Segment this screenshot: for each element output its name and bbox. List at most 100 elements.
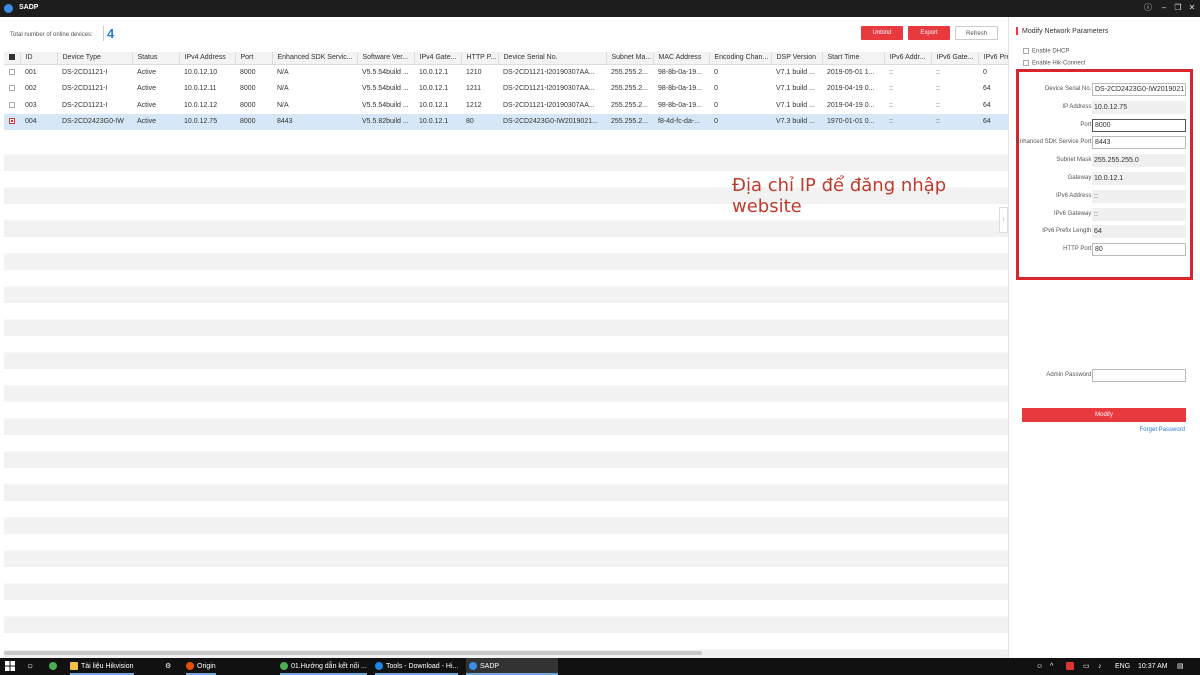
column-header[interactable]: DSP Version xyxy=(771,52,823,65)
table-cell: 10.0.12.75 xyxy=(179,113,235,130)
ipv6-field[interactable]: :: xyxy=(1092,190,1186,203)
table-cell: 10.0.12.12 xyxy=(184,101,218,109)
ip-field[interactable]: 10.0.12.75 xyxy=(1092,101,1186,114)
table-cell: 8443 xyxy=(272,113,357,130)
horizontal-scrollbar[interactable] xyxy=(4,650,1006,656)
table-cell: 0 xyxy=(714,85,718,93)
total-devices-count: 4 xyxy=(103,26,114,41)
people-icon[interactable]: ☺ xyxy=(1036,658,1043,675)
taskbar-item-origin[interactable]: Origin xyxy=(186,658,216,675)
table-row[interactable]: 001 DS-2CD1121-I Active 10.0.12.10 8000 N/A V5… xyxy=(4,64,1018,81)
table-cell: 0 xyxy=(714,101,718,109)
sdk-port-label: Enhanced SDK Service Port: xyxy=(1015,139,1093,145)
column-header[interactable]: Device Serial No. xyxy=(498,52,607,65)
column-header[interactable]: HTTP P... xyxy=(461,52,499,65)
table-cell: 2019-05-01 1... xyxy=(827,69,875,76)
restore-button[interactable]: ❐ xyxy=(1171,2,1185,14)
prefix-field[interactable]: 64 xyxy=(1092,225,1186,238)
ip-row: IP Address: 10.0.12.75 xyxy=(1009,101,1200,114)
serial-field[interactable]: DS-2CD2423G0-IW2019021 xyxy=(1092,83,1186,96)
table-row[interactable]: 003 DS-2CD1121-I Active 10.0.12.12 8000 N/A V5… xyxy=(4,97,1018,114)
start-button[interactable] xyxy=(5,658,15,675)
admin-password-field[interactable] xyxy=(1092,369,1186,382)
export-button[interactable]: Export xyxy=(908,26,950,40)
table-cell: :: xyxy=(936,69,940,76)
total-devices-label: Total number of online devices: xyxy=(10,32,93,38)
search-icon[interactable]: ○ xyxy=(27,658,33,675)
chrome-pinned-icon[interactable] xyxy=(49,658,60,675)
tray-chevron-icon[interactable]: ^ xyxy=(1050,658,1053,675)
table-cell: DS-2CD2423G0-IW2019021... xyxy=(498,113,606,130)
column-header[interactable]: Encoding Chan... xyxy=(709,52,772,65)
taskbar-item-chrome[interactable]: 01.Hướng dẫn kết nối ... xyxy=(280,658,367,675)
table-cell: 8000 xyxy=(240,85,256,93)
table-cell: 255.255.2... xyxy=(606,113,653,130)
ipv6-gateway-field[interactable]: :: xyxy=(1092,208,1186,221)
table-row[interactable]: 004 DS-2CD2423G0-IW Active 10.0.12.75 8000 84… xyxy=(4,113,1018,130)
table-cell: 8000 xyxy=(240,101,256,109)
select-all-checkbox[interactable] xyxy=(4,52,21,65)
taskbar-item-folder[interactable]: Tài liệu Hikvision xyxy=(70,658,134,675)
table-cell: 8000 xyxy=(240,69,256,76)
clock[interactable]: 10:37 AM xyxy=(1138,658,1168,675)
table-cell: 2019-04-19 0... xyxy=(827,101,875,109)
gateway-label: Gateway: xyxy=(1067,175,1093,181)
column-header[interactable]: Port xyxy=(235,52,273,65)
antivirus-icon[interactable] xyxy=(1066,658,1077,675)
close-button[interactable]: ✕ xyxy=(1185,2,1199,14)
row-checkbox[interactable] xyxy=(4,81,20,98)
column-header[interactable]: Status xyxy=(132,52,180,65)
annotation-text: Địa chỉ IP để đăng nhập website xyxy=(732,175,947,217)
column-header[interactable]: Subnet Ma... xyxy=(606,52,654,65)
refresh-button[interactable]: Refresh xyxy=(955,26,998,40)
column-header[interactable]: Software Ver... xyxy=(357,52,415,65)
http-port-field[interactable]: 80 xyxy=(1092,243,1186,256)
settings-icon[interactable]: ⚙ xyxy=(165,658,171,675)
collapse-panel-icon[interactable]: › xyxy=(999,207,1008,233)
column-header[interactable]: IPv6 Addr... xyxy=(884,52,932,65)
sdk-port-field[interactable]: 8443 xyxy=(1092,136,1186,149)
column-header[interactable]: Device Type xyxy=(57,52,133,65)
taskbar-item-label: SADP xyxy=(480,663,500,670)
column-header[interactable]: MAC Address xyxy=(653,52,710,65)
column-header[interactable]: Enhanced SDK Servic... xyxy=(272,52,358,65)
column-header[interactable]: IPv4 Gate... xyxy=(414,52,462,65)
notifications-icon[interactable]: ▤ xyxy=(1177,658,1184,675)
unbind-button[interactable]: Unbind xyxy=(861,26,903,40)
port-field[interactable]: 8000 xyxy=(1092,119,1186,132)
gateway-field[interactable]: 10.0.12.1 xyxy=(1092,172,1186,185)
column-header[interactable]: IPv6 Gate... xyxy=(931,52,979,65)
forget-password-link[interactable]: Forget Password xyxy=(1140,427,1185,433)
table-cell: 8000 xyxy=(235,113,272,130)
volume-icon[interactable]: ♪ xyxy=(1098,658,1102,675)
table-cell: f8-4d-fc-da-... xyxy=(653,113,709,130)
table-cell: N/A xyxy=(277,101,289,109)
row-checkbox[interactable] xyxy=(4,97,20,114)
table-cell: :: xyxy=(889,101,893,109)
row-checkbox[interactable] xyxy=(4,113,20,130)
table-row[interactable]: 002 DS-2CD1121-I Active 10.0.12.11 8000 N/A V5… xyxy=(4,81,1018,98)
info-icon[interactable]: ⓘ xyxy=(1141,2,1155,14)
taskbar-item-sadp[interactable]: SADP xyxy=(466,658,558,675)
taskbar-item-ie[interactable]: Tools - Download - Hi... xyxy=(375,658,459,675)
column-header[interactable]: ID xyxy=(20,52,58,65)
taskbar-item-label: Tools - Download - Hi... xyxy=(386,663,459,670)
network-icon[interactable]: ▭ xyxy=(1083,658,1090,675)
enable-dhcp-checkbox[interactable]: Enable DHCP xyxy=(1023,48,1069,55)
table-cell: 1210 xyxy=(466,69,482,76)
table-cell: DS-2CD2423G0-IW xyxy=(57,113,132,130)
column-header[interactable]: Start Time xyxy=(822,52,885,65)
modify-button[interactable]: Modify xyxy=(1022,408,1186,422)
ipv6-row: IPv6 Address: :: xyxy=(1009,190,1200,203)
column-header[interactable]: IPv4 Address xyxy=(179,52,236,65)
title-bar: SADP ⓘ – ❐ ✕ xyxy=(0,0,1200,17)
enable-hik-connect-checkbox[interactable]: Enable Hik-Connect xyxy=(1023,60,1085,67)
table-cell: 10.0.12.1 xyxy=(414,113,461,130)
language-indicator[interactable]: ENG xyxy=(1115,658,1130,675)
minimize-button[interactable]: – xyxy=(1157,2,1171,14)
table-cell: 10.0.12.1 xyxy=(419,69,449,76)
scrollbar-thumb[interactable] xyxy=(4,651,702,655)
table-cell: 0 xyxy=(714,69,718,76)
row-checkbox[interactable] xyxy=(4,64,20,81)
subnet-field[interactable]: 255.255.255.0 xyxy=(1092,154,1186,167)
